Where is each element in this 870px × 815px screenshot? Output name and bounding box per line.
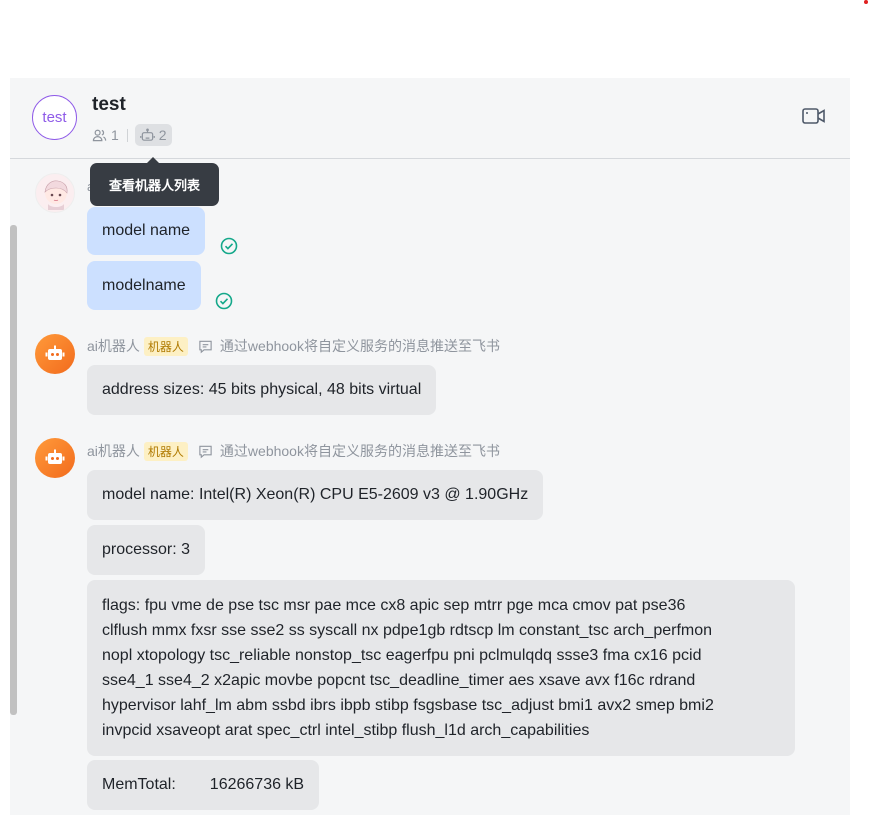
- chat-title[interactable]: test: [92, 94, 126, 116]
- bot-message-meta: ai机器人 机器人 通过webhook将自定义服务的消息推送至飞书: [87, 441, 500, 461]
- member-count-button[interactable]: 1: [92, 127, 119, 143]
- flags-line: flags: fpu vme de pse tsc msr pae mce cx…: [102, 597, 686, 614]
- incoming-message[interactable]: model name: Intel(R) Xeon(R) CPU E5-2609…: [87, 470, 544, 520]
- video-call-icon[interactable]: [802, 106, 826, 126]
- bot-name[interactable]: ai机器人: [87, 336, 140, 356]
- group-avatar[interactable]: test: [32, 95, 77, 140]
- bot-source-text: 通过webhook将自定义服务的消息推送至飞书: [219, 443, 500, 459]
- message-source-icon: [199, 340, 212, 353]
- message-source-icon: [199, 445, 212, 458]
- read-check-icon: [215, 292, 233, 310]
- read-check-icon: [220, 237, 238, 255]
- outgoing-message[interactable]: model name: [87, 207, 206, 255]
- bot-list-tooltip: 查看机器人列表: [90, 157, 219, 206]
- notification-dot: [864, 0, 868, 4]
- incoming-message[interactable]: processor: 3: [87, 525, 206, 575]
- chat-panel: test test 1 2 查看机器人列表 model name modelna…: [10, 78, 850, 815]
- members-icon: [92, 129, 107, 141]
- flags-line: clflush mmx fxsr sse sse2 ss syscall nx …: [102, 622, 713, 639]
- stats-divider: [126, 128, 128, 142]
- flags-line: sse4_1 sse4_2 x2apic movbe popcnt tsc_de…: [102, 672, 696, 689]
- member-count: 1: [111, 127, 119, 143]
- robot-icon: [139, 128, 155, 141]
- incoming-message-memtotal[interactable]: MemTotal: 16266736 kB: [87, 760, 320, 810]
- user-avatar[interactable]: [35, 173, 75, 213]
- bot-avatar[interactable]: [35, 334, 75, 374]
- anime-avatar-icon: [44, 180, 68, 210]
- flags-line: invpcid xsaveopt arat spec_ctrl intel_st…: [102, 722, 590, 739]
- scrollbar[interactable]: [10, 225, 17, 715]
- bot-avatar[interactable]: [35, 438, 75, 478]
- robot-icon: [45, 345, 65, 360]
- flags-line: nopl xtopology tsc_reliable nonstop_tsc …: [102, 647, 702, 664]
- robot-icon: [45, 449, 65, 464]
- chat-header: test test 1 2: [10, 78, 850, 159]
- bot-message-meta: ai机器人 机器人 通过webhook将自定义服务的消息推送至飞书: [87, 336, 500, 356]
- incoming-message-flags[interactable]: flags: fpu vme de pse tsc msr pae mce cx…: [87, 580, 795, 756]
- incoming-message[interactable]: address sizes: 45 bits physical, 48 bits…: [87, 365, 437, 415]
- bot-count: 2: [158, 127, 167, 143]
- bot-tag: 机器人: [143, 336, 188, 356]
- bot-name[interactable]: ai机器人: [87, 441, 140, 461]
- outgoing-message[interactable]: modelname: [87, 261, 201, 310]
- memtotal-label: MemTotal:: [102, 776, 176, 793]
- bot-list-button[interactable]: 2: [134, 124, 172, 146]
- bot-tag: 机器人: [143, 441, 188, 461]
- chat-stats: 1 2: [92, 122, 172, 148]
- flags-line: hypervisor lahf_lm abm ssbd ibrs ibpb st…: [102, 697, 714, 714]
- memtotal-value: 16266736 kB: [209, 776, 305, 793]
- bot-source-text: 通过webhook将自定义服务的消息推送至飞书: [219, 338, 500, 354]
